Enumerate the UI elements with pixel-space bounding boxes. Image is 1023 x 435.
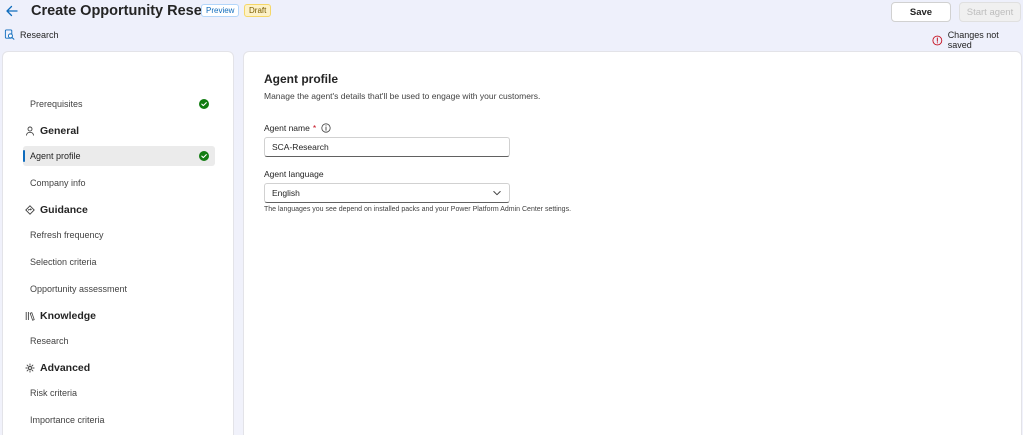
agent-language-label: Agent language [264, 169, 324, 179]
save-status: Changes not saved [932, 30, 1023, 50]
preview-badge: Preview [201, 4, 240, 17]
group-label: Knowledge [40, 310, 97, 322]
group-label: Advanced [40, 362, 91, 374]
page-header: Create Opportunity Research Preview Draf… [0, 0, 1023, 50]
sidebar-item-label: Opportunity assessment [30, 284, 128, 294]
info-icon[interactable] [321, 123, 331, 133]
save-button[interactable]: Save [891, 2, 951, 22]
checkmark-circle-icon [199, 99, 209, 109]
group-label: Guidance [40, 204, 88, 216]
main-panel: Agent profile Manage the agent's details… [243, 51, 1022, 435]
sidebar-item-research[interactable]: Research [23, 331, 215, 351]
sidebar-item-selection-criteria[interactable]: Selection criteria [23, 252, 215, 272]
group-advanced: Advanced [25, 360, 90, 376]
diamond-direction-icon [25, 205, 35, 215]
section-description: Manage the agent's details that'll be us… [264, 91, 541, 101]
group-guidance: Guidance [25, 202, 88, 218]
sidebar-item-refresh-frequency[interactable]: Refresh frequency [23, 225, 215, 245]
sidebar-item-label: Research [30, 336, 69, 346]
sidebar-item-label: Selection criteria [30, 257, 97, 267]
draft-badge: Draft [244, 4, 272, 17]
sidebar-item-risk-criteria[interactable]: Risk criteria [23, 383, 215, 403]
sidebar-item-label: Agent profile [30, 151, 81, 161]
sidebar-item-label: Prerequisites [30, 99, 83, 109]
language-hint: The languages you see depend on installe… [264, 206, 572, 213]
sidebar-item-importance-criteria[interactable]: Importance criteria [23, 410, 215, 430]
gear-icon [25, 363, 35, 373]
sidebar-item-label: Risk criteria [30, 388, 78, 398]
sidebar-item-opportunity-assessment[interactable]: Opportunity assessment [23, 279, 215, 299]
required-asterisk: * [312, 123, 317, 133]
section-title: Agent profile [264, 72, 338, 86]
library-icon [25, 312, 35, 321]
status-text: Changes not saved [947, 30, 999, 50]
agent-language-dropdown[interactable]: English [264, 183, 510, 203]
sidebar-item-label: Company info [30, 178, 86, 188]
sidebar-item-label: Importance criteria [30, 415, 105, 425]
agent-name-input[interactable] [264, 137, 510, 157]
breadcrumb[interactable]: Research [4, 29, 59, 40]
chevron-down-icon [493, 191, 501, 196]
back-arrow-icon[interactable] [4, 3, 20, 19]
selected-language: English [272, 188, 300, 198]
sidebar-item-prerequisites[interactable]: Prerequisites [23, 94, 215, 114]
group-general: General [25, 123, 79, 139]
agent-name-label-text: Agent name [264, 123, 310, 133]
group-label: General [40, 125, 80, 137]
error-circle-icon [932, 35, 943, 45]
group-knowledge: Knowledge [25, 308, 96, 324]
sidebar-item-company-info[interactable]: Company info [23, 173, 215, 193]
research-icon [4, 29, 15, 40]
sidebar-nav: Prerequisites General Agent profile Comp… [2, 51, 234, 435]
sidebar-item-label: Refresh frequency [30, 230, 104, 240]
person-icon [26, 126, 34, 136]
checkmark-circle-icon [199, 151, 209, 161]
breadcrumb-label: Research [20, 29, 59, 40]
agent-name-label: Agent name * [264, 123, 331, 133]
sidebar-item-agent-profile[interactable]: Agent profile [23, 146, 215, 166]
start-agent-button[interactable]: Start agent [959, 2, 1021, 22]
